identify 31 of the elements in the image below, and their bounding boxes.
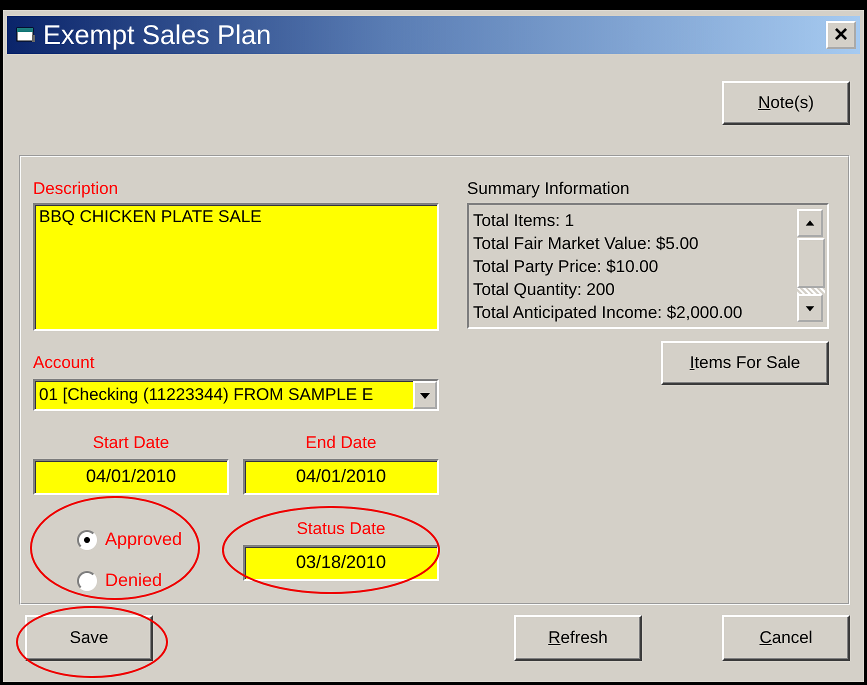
notes-button[interactable]: Note(s): [722, 81, 850, 125]
dialog-button[interactable]: Refresh: [514, 615, 642, 661]
summary-line: Total Quantity: 200: [473, 279, 616, 301]
field-label: Status Date: [296, 519, 386, 540]
field-label: End Date: [304, 433, 378, 454]
dialog-button[interactable]: Cancel: [722, 615, 850, 661]
field-label: Start Date: [92, 433, 170, 454]
radio-button[interactable]: [77, 530, 97, 550]
scroll-down-icon[interactable]: [797, 294, 823, 322]
close-button[interactable]: ×: [826, 21, 856, 49]
dialog-button[interactable]: Save: [25, 615, 153, 661]
radio-label: Approved: [105, 529, 182, 550]
summary-line: Total Party Price: $10.00: [473, 256, 660, 278]
items-for-sale-button[interactable]: Items For Sale: [661, 341, 829, 385]
summary-line: Total Items: 1: [473, 210, 576, 232]
field-label: Summary Information: [467, 179, 630, 200]
summary-line: Total Anticipated Income: $2,000.00: [473, 302, 744, 324]
summary-line: Total Fair Market Value: $5.00: [473, 233, 700, 255]
radio-label: Denied: [105, 570, 162, 591]
scroll-thumb[interactable]: [797, 238, 825, 288]
field-label: Account: [33, 353, 96, 374]
scroll-up-icon[interactable]: [797, 209, 823, 237]
field-label: Description: [33, 179, 120, 200]
window-title: Exempt Sales Plan: [43, 20, 272, 50]
status-date-field[interactable]: 03/18/2010: [243, 545, 439, 581]
end-date-field[interactable]: 04/01/2010: [243, 459, 439, 495]
window-icon: [15, 25, 37, 45]
radio-button[interactable]: [77, 570, 97, 590]
description-field[interactable]: BBQ CHICKEN PLATE SALE: [33, 203, 439, 331]
start-date-field[interactable]: 04/01/2010: [33, 459, 229, 495]
account-dropdown[interactable]: 01 [Checking (11223344) FROM SAMPLE E: [33, 379, 439, 411]
